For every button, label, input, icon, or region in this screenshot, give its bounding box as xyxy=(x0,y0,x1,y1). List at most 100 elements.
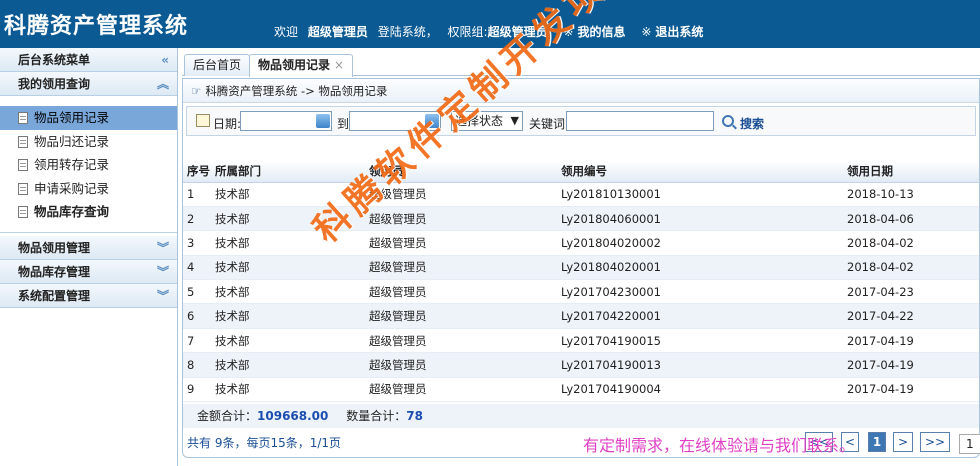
calendar-search-icon xyxy=(196,114,210,127)
sidebar-section-inventory-mgmt[interactable]: 物品库存管理 ︾ xyxy=(0,259,177,284)
col-header-dept[interactable]: 所属部门 xyxy=(211,161,365,183)
user-name: 超级管理员 xyxy=(307,25,368,39)
chevron-down-icon: ︾ xyxy=(156,264,169,279)
table-row[interactable]: 6 技术部 超级管理员 Ly201704220001 2017-04-22 xyxy=(183,303,979,329)
cell-user: 超级管理员 xyxy=(365,352,557,378)
last-page-button[interactable]: >> xyxy=(920,432,950,452)
tab-label: 物品领用记录 xyxy=(258,58,331,72)
date-picker-icon[interactable] xyxy=(425,114,439,128)
sidebar-title[interactable]: 后台系统菜单 « xyxy=(0,48,177,72)
current-page-button[interactable]: 1 xyxy=(868,432,886,452)
to-label: 到 xyxy=(337,117,350,131)
cell-dept: 技术部 xyxy=(211,279,365,305)
handshake-icon: ☞ xyxy=(191,84,202,98)
logout-link[interactable]: 退出系统 xyxy=(655,25,703,39)
table-row[interactable]: 2 技术部 超级管理员 Ly201804060001 2018-04-06 xyxy=(183,206,979,232)
my-info-link[interactable]: 我的信息 xyxy=(577,25,625,39)
cell-user: 超级管理员 xyxy=(365,328,557,354)
close-icon[interactable]: × xyxy=(334,58,344,72)
sidebar-item-usage-records[interactable]: 物品领用记录 xyxy=(0,106,177,130)
main-area: 后台首页 物品领用记录 × ☞ 科腾资产管理系统 -> 物品领用记录 日期: 到 选… xyxy=(182,52,980,466)
cell-dept: 技术部 xyxy=(211,377,365,403)
collapse-sidebar-icon[interactable]: « xyxy=(161,48,169,72)
table-row[interactable]: 5 技术部 超级管理员 Ly201704230001 2017-04-23 xyxy=(183,279,979,305)
cell-dept: 技术部 xyxy=(211,328,365,354)
cell-number: Ly201804020001 xyxy=(557,255,843,281)
search-button[interactable]: 搜索 xyxy=(740,115,764,132)
cell-date: 2017-04-19 xyxy=(843,352,979,378)
sidebar-item-purchase-records[interactable]: 申请采购记录 xyxy=(0,177,177,201)
chevron-down-icon: ▼ xyxy=(510,114,519,127)
cell-number: Ly201704190004 xyxy=(557,377,843,403)
tab-home[interactable]: 后台首页 xyxy=(184,54,251,76)
cell-number: Ly201804020002 xyxy=(557,230,843,256)
col-header-user[interactable]: 领用员 xyxy=(365,161,557,183)
sidebar-title-label: 后台系统菜单 xyxy=(18,53,91,67)
search-icon[interactable] xyxy=(722,115,734,127)
user-bar: 欢迎 超级管理员 登陆系统， 权限组:超级管理员 ※ 我的信息 ※ 退出系统 xyxy=(274,23,703,40)
page-info: 共有 9条，每页15条，1/1页 xyxy=(187,436,342,450)
cell-number: Ly201810130001 xyxy=(557,182,843,207)
col-header-index[interactable]: 序号 xyxy=(183,161,211,183)
document-icon xyxy=(18,182,28,195)
breadcrumb: ☞ 科腾资产管理系统 -> 物品领用记录 xyxy=(183,79,979,103)
cell-number: Ly201804060001 xyxy=(557,206,843,232)
cell-dept: 技术部 xyxy=(211,206,365,232)
table-row[interactable]: 4 技术部 超级管理员 Ly201804020001 2018-04-02 xyxy=(183,255,979,281)
sidebar-section-usage-mgmt[interactable]: 物品领用管理 ︾ xyxy=(0,235,177,260)
cell-user: 超级管理员 xyxy=(365,279,557,305)
col-header-number[interactable]: 领用编号 xyxy=(557,161,843,183)
col-header-date[interactable]: 领用日期 xyxy=(843,161,979,183)
table-row[interactable]: 3 技术部 超级管理员 Ly201804020002 2018-04-02 xyxy=(183,230,979,256)
table-header-row: 序号 所属部门 领用员 领用编号 领用日期 xyxy=(183,161,979,183)
keyword-label: 关键词: xyxy=(529,117,570,131)
status-select[interactable]: 选择状态 ▼ xyxy=(451,111,523,131)
table-row[interactable]: 1 技术部 超级管理员 Ly201810130001 2018-10-13 xyxy=(183,182,979,207)
welcome-text: 欢迎 xyxy=(274,25,299,39)
content-panel: ☞ 科腾资产管理系统 -> 物品领用记录 日期: 到 选择状态 ▼ 关键词: 搜索 … xyxy=(182,78,980,458)
table-row[interactable]: 9 技术部 超级管理员 Ly201704190004 2017-04-19 xyxy=(183,377,979,403)
cell-index: 2 xyxy=(183,206,211,232)
cell-index: 4 xyxy=(183,255,211,281)
cell-date: 2017-04-23 xyxy=(843,279,979,305)
cell-user: 超级管理员 xyxy=(365,303,557,329)
cell-date: 2017-04-22 xyxy=(843,303,979,329)
sidebar-section-config-mgmt[interactable]: 系统配置管理 ︾ xyxy=(0,283,177,308)
next-page-button[interactable]: > xyxy=(893,432,913,452)
records-table: 序号 所属部门 领用员 领用编号 领用日期 1 技术部 超级管理员 Ly2018101… xyxy=(183,161,979,403)
date-picker-icon[interactable] xyxy=(316,114,330,128)
cell-date: 2017-04-19 xyxy=(843,377,979,403)
document-icon xyxy=(18,135,28,148)
sidebar-item-return-records[interactable]: 物品归还记录 xyxy=(0,130,177,154)
table-row[interactable]: 8 技术部 超级管理员 Ly201704190013 2017-04-19 xyxy=(183,352,979,378)
sidebar-item-transfer-records[interactable]: 领用转存记录 xyxy=(0,153,177,177)
qty-label: 数量合计： xyxy=(346,409,407,423)
section-label: 系统配置管理 xyxy=(18,288,91,303)
cell-index: 6 xyxy=(183,303,211,329)
keyword-input[interactable] xyxy=(566,111,714,131)
app-header: 科腾资产管理系统 欢迎 超级管理员 登陆系统， 权限组:超级管理员 ※ 我的信息 … xyxy=(0,0,980,48)
end-date-input[interactable] xyxy=(349,111,441,131)
cell-user: 超级管理员 xyxy=(365,255,557,281)
sidebar-item-inventory-query[interactable]: 物品库存查询 xyxy=(0,200,177,224)
document-icon xyxy=(18,206,28,219)
tab-usage-records[interactable]: 物品领用记录 × xyxy=(249,54,354,77)
sidebar-item-label: 申请采购记录 xyxy=(34,180,110,196)
table-row[interactable]: 7 技术部 超级管理员 Ly201704190015 2017-04-19 xyxy=(183,328,979,354)
status-selected: 选择状态 xyxy=(455,114,504,128)
cell-dept: 技术部 xyxy=(211,230,365,256)
cell-number: Ly201704190015 xyxy=(557,328,843,354)
my-info-mark: ※ xyxy=(563,25,574,39)
start-date-input[interactable] xyxy=(240,111,332,131)
cell-index: 5 xyxy=(183,279,211,305)
filter-bar: 日期: 到 选择状态 ▼ 关键词: 搜索 xyxy=(186,106,976,136)
amount-label: 金额合计： xyxy=(197,409,258,423)
cell-index: 3 xyxy=(183,230,211,256)
goto-page-input[interactable]: 1 xyxy=(959,434,980,454)
cell-user: 超级管理员 xyxy=(365,182,557,207)
qty-total: 78 xyxy=(406,409,423,423)
sidebar-section-my-usage[interactable]: 我的领用查询 ︽ xyxy=(0,72,177,96)
cell-dept: 技术部 xyxy=(211,182,365,207)
chevron-down-icon: ︾ xyxy=(156,288,169,303)
cell-number: Ly201704190013 xyxy=(557,352,843,378)
